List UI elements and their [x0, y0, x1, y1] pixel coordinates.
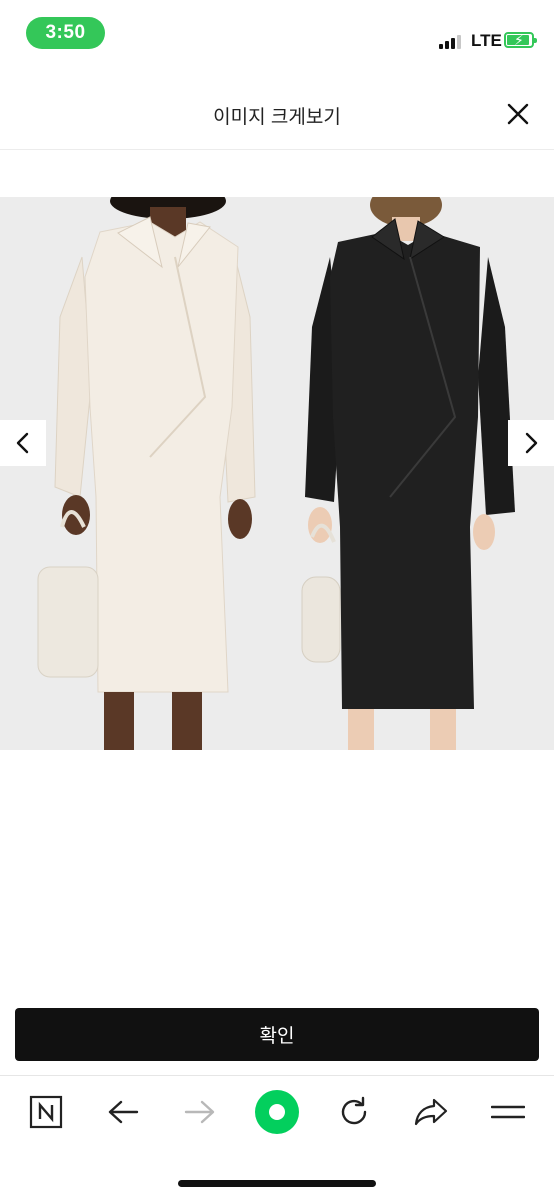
refresh-button[interactable] — [329, 1087, 379, 1137]
share-icon — [414, 1098, 448, 1126]
viewer-header: 이미지 크게보기 — [0, 78, 554, 150]
close-button[interactable] — [500, 96, 536, 132]
product-photo — [0, 197, 554, 750]
status-bar: 3:50 LTE ⚡ — [0, 0, 554, 70]
page-title: 이미지 크게보기 — [213, 107, 341, 128]
forward-button[interactable] — [175, 1087, 225, 1137]
naver-n-icon — [29, 1095, 63, 1129]
menu-button[interactable] — [483, 1087, 533, 1137]
network-type: LTE — [471, 31, 502, 50]
close-icon — [507, 103, 529, 125]
battery-icon: ⚡ — [504, 32, 537, 48]
share-button[interactable] — [406, 1087, 456, 1137]
next-image-button[interactable] — [508, 420, 554, 466]
chevron-left-icon — [16, 432, 29, 454]
status-time: 3:50 — [26, 17, 105, 49]
refresh-icon — [341, 1096, 367, 1125]
previous-image-button[interactable] — [0, 420, 46, 466]
back-arrow-icon — [108, 1100, 139, 1124]
chevron-right-icon — [525, 432, 538, 454]
back-button[interactable] — [98, 1087, 148, 1137]
green-dot-home-icon — [255, 1090, 299, 1134]
green-dot-button[interactable] — [252, 1087, 302, 1137]
signal-icon — [439, 33, 465, 49]
confirm-button[interactable]: 확인 — [15, 1008, 539, 1061]
product-image[interactable] — [0, 197, 554, 750]
menu-icon — [491, 1105, 525, 1119]
naver-home-button[interactable] — [21, 1087, 71, 1137]
home-indicator — [178, 1180, 376, 1187]
forward-arrow-icon — [184, 1100, 215, 1124]
